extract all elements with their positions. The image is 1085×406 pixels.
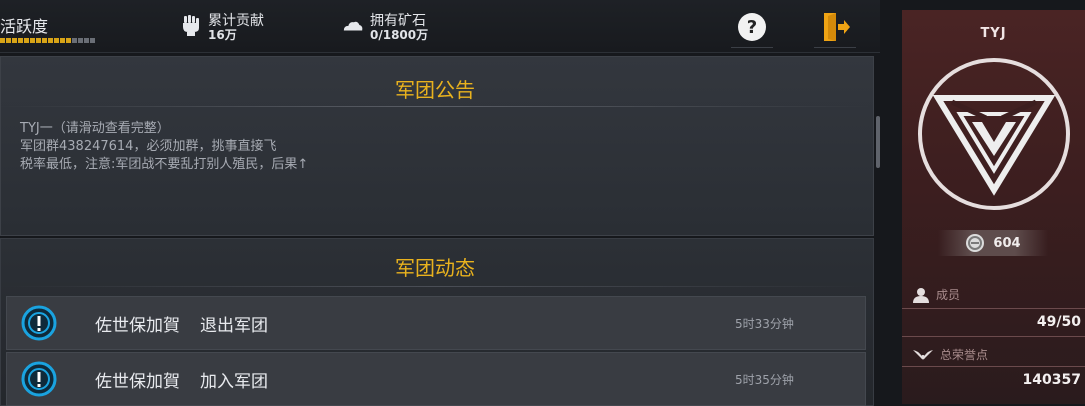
ore-value: 0/1800万 (370, 28, 429, 42)
legion-points: 604 (938, 230, 1048, 256)
honor-value: 140357 (1022, 372, 1081, 388)
list-item[interactable]: 佐世保加賀 退出军团 5时33分钟 (6, 296, 866, 350)
ore-stat: 拥有矿石 0/1800万 (342, 14, 428, 42)
wings-icon (913, 349, 933, 360)
help-icon: ? (738, 13, 766, 41)
ore-cloud-icon (342, 14, 364, 36)
notice-text: TYJ一（请滑动查看完整） 军团群438247614，必须加群，挑事直接飞 税率… (20, 121, 309, 172)
honor-label: 总荣誉点 (912, 346, 988, 363)
legion-emblem-icon (918, 58, 1070, 210)
info-icon (21, 305, 57, 341)
exit-door-icon (824, 13, 850, 41)
event-time: 5时33分钟 (735, 316, 794, 331)
notice-title: 军团公告 (395, 78, 475, 102)
honor-label-text: 总荣誉点 (940, 348, 989, 362)
main-panel: 军团公告 TYJ一（请滑动查看完整） 军团群438247614，必须加群，挑事直… (0, 56, 880, 406)
event-action: 加入军团 (200, 371, 268, 392)
help-button[interactable]: ? (731, 9, 773, 48)
list-item[interactable]: 佐世保加賀 加入军团 5时35分钟 (6, 352, 866, 406)
members-label: 成员 (912, 286, 960, 303)
members-value: 49/50 (1036, 314, 1081, 330)
activity-progress-bar (0, 38, 95, 43)
scrollbar[interactable] (876, 116, 880, 168)
divider (902, 308, 1085, 309)
divider (902, 336, 1085, 337)
info-icon (21, 361, 57, 397)
activity-label: 活跃度 (0, 17, 49, 36)
top-bar: 活跃度 累计贡献 16万 拥有矿石 0/1800万 ? (0, 0, 880, 53)
exit-button[interactable] (814, 9, 856, 48)
member-name: 佐世保加賀 (95, 315, 180, 336)
contribution-value: 16万 (208, 28, 237, 42)
member-name: 佐世保加賀 (95, 371, 180, 392)
event-action: 退出军团 (200, 315, 268, 336)
divider (0, 106, 870, 107)
fist-icon (180, 14, 202, 36)
event-time: 5时35分钟 (735, 372, 794, 387)
members-label-text: 成员 (936, 288, 961, 302)
contribution-stat: 累计贡献 16万 (180, 14, 264, 42)
dynamics-title: 军团动态 (395, 256, 475, 280)
member-icon (913, 287, 929, 303)
divider (0, 286, 870, 287)
divider (902, 366, 1085, 367)
legion-side-panel: TYJ 604 成员 49/50 总荣誉点 140357 (902, 10, 1085, 404)
contribution-label: 累计贡献 (208, 13, 264, 29)
svg-text:?: ? (747, 17, 757, 38)
coin-icon (966, 234, 985, 252)
legion-name: TYJ (980, 26, 1007, 41)
ore-label: 拥有矿石 (370, 13, 426, 29)
points-value: 604 (993, 235, 1021, 251)
